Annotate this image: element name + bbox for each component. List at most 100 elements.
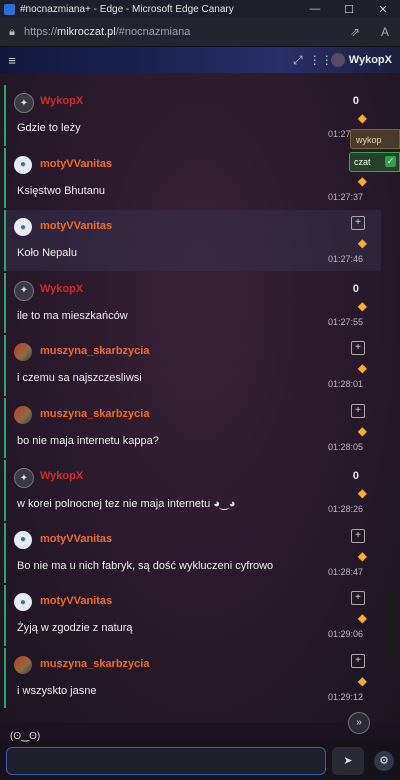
message-author[interactable]: WykopX bbox=[40, 95, 83, 107]
hamburger-menu-icon[interactable]: ≡ bbox=[0, 53, 24, 68]
message-input[interactable] bbox=[6, 747, 326, 775]
message-time: 01:29:06 bbox=[327, 629, 363, 639]
expand-icon[interactable]: ⤢ bbox=[287, 53, 309, 68]
message-author[interactable]: motyVVanitas bbox=[40, 533, 112, 545]
chat-message: ✦ WykopX ile to ma mieszkańców 0 ◆ 01:27:55 bbox=[4, 272, 381, 333]
window-title: #nocnazmiana+ - Edge - Microsoft Edge Ca… bbox=[20, 3, 234, 15]
chat-message: muszyna_skarbzyciabo nie maja internetu … bbox=[4, 397, 381, 458]
message-author[interactable]: muszyna_skarbzycia bbox=[40, 658, 149, 670]
chat-message: ● motyVVanitas Żyją w zgodzie z naturą + ◆ 01… bbox=[4, 585, 381, 646]
wykop-toggle[interactable]: wykop bbox=[350, 129, 400, 149]
message-author[interactable]: WykopX bbox=[40, 470, 83, 482]
avatar[interactable] bbox=[14, 343, 32, 361]
message-time: 01:29:12 bbox=[327, 691, 363, 702]
avatar[interactable]: ● bbox=[14, 155, 32, 174]
close-icon[interactable]: ✕ bbox=[366, 3, 400, 16]
window-titlebar: #nocnazmiana+ - Edge - Microsoft Edge Ca… bbox=[0, 0, 400, 18]
message-score: 0 bbox=[352, 95, 359, 107]
plus-icon[interactable]: + bbox=[351, 216, 365, 230]
message-text: Żyją w zgodzie z naturą bbox=[17, 622, 133, 634]
input-bar: ➤ ⚙ bbox=[0, 742, 400, 780]
message-author[interactable]: muszyna_skarbzycia bbox=[40, 408, 149, 420]
message-time: 01:28:01 bbox=[327, 379, 363, 389]
scroll-down-icon[interactable]: » bbox=[348, 712, 370, 734]
avatar[interactable]: ✦ bbox=[14, 468, 34, 488]
url-field[interactable]: https://mikroczat.pl/#nocnazmiana bbox=[24, 26, 340, 38]
minimize-icon[interactable]: — bbox=[298, 3, 332, 15]
message-time: 01:28:05 bbox=[327, 441, 363, 452]
avatar[interactable] bbox=[14, 405, 32, 424]
site-header: ≡ ⤢ ⋮⋮ WykopX bbox=[0, 47, 400, 73]
scrollbar[interactable] bbox=[386, 590, 398, 660]
message-text: Księstwo Bhutanu bbox=[17, 184, 106, 197]
maximize-icon[interactable]: ☐ bbox=[332, 3, 366, 16]
url-path: /#nocnazmiana bbox=[115, 26, 191, 38]
avatar[interactable]: ● bbox=[14, 593, 32, 611]
avatar[interactable]: ● bbox=[14, 530, 32, 549]
gem-icon[interactable]: ◆ bbox=[358, 299, 367, 313]
message-score: 0 bbox=[352, 282, 359, 295]
plus-icon[interactable]: + bbox=[351, 403, 365, 418]
open-external-icon[interactable]: ⇗ bbox=[340, 25, 370, 39]
send-icon[interactable]: ➤ bbox=[332, 747, 364, 775]
gem-icon[interactable]: ◆ bbox=[358, 174, 367, 188]
message-author[interactable]: muszyna_skarbzycia bbox=[40, 345, 149, 357]
gem-icon[interactable]: ◆ bbox=[358, 549, 367, 563]
checkbox-icon[interactable]: ✓ bbox=[385, 156, 396, 167]
url-domain: mikroczat.pl bbox=[57, 26, 116, 38]
settings-icon[interactable]: ⚙ bbox=[374, 751, 394, 771]
plus-icon[interactable]: + bbox=[351, 528, 365, 543]
gem-icon[interactable]: ◆ bbox=[358, 111, 367, 125]
wykop-label: wykop bbox=[356, 135, 382, 145]
chat-message: ✦ WykopX w korei polnocnej tez nie maja in… bbox=[4, 460, 381, 521]
message-text: w korei polnocnej tez nie maja internetu… bbox=[17, 498, 236, 510]
message-time: 01:27:46 bbox=[327, 254, 363, 264]
gem-icon[interactable]: ◆ bbox=[358, 486, 367, 500]
message-author[interactable]: motyVVanitas bbox=[40, 595, 112, 607]
address-bar[interactable]: 🔒︎ https://mikroczat.pl/#nocnazmiana ⇗ A bbox=[0, 18, 400, 47]
chat-message: ● motyVVanitas Bo nie ma u nich fabryk, są… bbox=[4, 522, 381, 583]
gem-icon[interactable]: ◆ bbox=[358, 236, 367, 250]
edge-icon bbox=[4, 3, 15, 15]
message-time: 01:28:47 bbox=[327, 566, 363, 577]
message-text: Gdzie to leży bbox=[17, 122, 81, 134]
message-text: i wszyskto jasne bbox=[17, 684, 97, 697]
czat-label: czat bbox=[354, 157, 371, 167]
plus-icon[interactable]: + bbox=[351, 341, 365, 355]
gem-icon[interactable]: ◆ bbox=[358, 361, 367, 375]
czat-toggle[interactable]: czat ✓ bbox=[349, 152, 400, 172]
chat-message: ● motyVVanitas Koło Nepalu + ◆ 01:27:46 bbox=[4, 210, 381, 271]
plus-icon[interactable]: + bbox=[351, 591, 365, 605]
avatar[interactable]: ● bbox=[14, 218, 32, 236]
chat-message: ✦ WykopX Gdzie to leży 0 ◆ 01:27:26 bbox=[4, 85, 381, 146]
message-author[interactable]: motyVVanitas bbox=[40, 220, 112, 232]
message-text: i czemu sa najszczesliwsi bbox=[17, 372, 142, 384]
avatar[interactable]: ✦ bbox=[14, 280, 34, 301]
chat-message: ●motyVVanitasKsięstwo Bhutanu+◆01:27:37 bbox=[4, 147, 381, 208]
message-text: Bo nie ma u nich fabryk, są dość wyklucz… bbox=[17, 559, 274, 572]
message-text: ile to ma mieszkańców bbox=[17, 309, 128, 322]
chat-message: muszyna_skarbzyciai wszyskto jasne + ◆ 01:2… bbox=[4, 647, 381, 708]
plus-icon[interactable]: + bbox=[351, 653, 365, 668]
gem-icon[interactable]: ◆ bbox=[358, 611, 367, 625]
message-time: 01:28:26 bbox=[327, 504, 363, 514]
message-author[interactable]: motyVVanitas bbox=[40, 158, 112, 170]
message-author[interactable]: WykopX bbox=[40, 283, 83, 295]
message-time: 01:27:37 bbox=[327, 191, 363, 202]
message-text: Koło Nepalu bbox=[17, 247, 77, 259]
header-avatar[interactable] bbox=[330, 53, 345, 67]
chat-area[interactable]: ✦ WykopX Gdzie to leży 0 ◆ 01:27:26 ● motyVVani… bbox=[0, 73, 400, 723]
gem-icon[interactable]: ◆ bbox=[358, 424, 367, 438]
gem-icon[interactable]: ◆ bbox=[358, 674, 367, 688]
message-text: bo nie maja internetu kappa? bbox=[17, 434, 159, 447]
avatar[interactable] bbox=[14, 655, 32, 674]
chat-message: muszyna_skarbzyciai czemu sa najszczesli… bbox=[4, 335, 381, 396]
emote-button[interactable]: (ʘ‿ʘ) bbox=[10, 731, 40, 742]
translate-icon[interactable]: A bbox=[370, 25, 400, 39]
url-prefix: https:// bbox=[24, 26, 58, 38]
grid-icon[interactable]: ⋮⋮ bbox=[309, 53, 333, 67]
brand-name[interactable]: WykopX bbox=[349, 54, 392, 66]
lock-icon[interactable]: 🔒︎ bbox=[0, 26, 24, 39]
message-score: 0 bbox=[352, 470, 359, 482]
avatar[interactable]: ✦ bbox=[14, 93, 34, 113]
